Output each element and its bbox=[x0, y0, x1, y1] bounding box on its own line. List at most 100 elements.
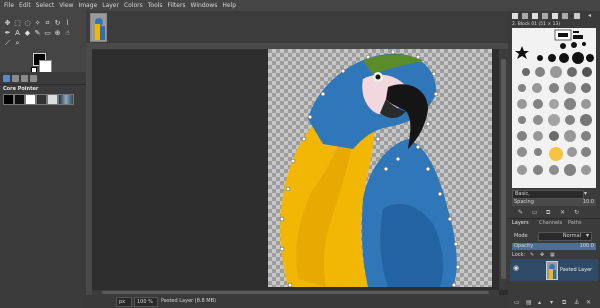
paths-tool-icon[interactable]: ✒ bbox=[4, 30, 11, 37]
gradients-tab-icon[interactable] bbox=[542, 13, 548, 19]
lock-position-icon[interactable]: ✥ bbox=[540, 252, 545, 258]
new-brush-icon[interactable]: ▭ bbox=[532, 209, 538, 216]
smudge-tool-icon[interactable]: ☝ bbox=[64, 30, 71, 37]
templates-tab-icon[interactable] bbox=[574, 13, 580, 19]
patterns-tab-icon[interactable] bbox=[522, 13, 528, 19]
spacing-label: Spacing bbox=[514, 199, 534, 205]
unit-select[interactable]: px bbox=[116, 297, 132, 307]
new-layer-icon[interactable]: ▭ bbox=[514, 299, 520, 306]
mode-label: Mode bbox=[514, 233, 528, 239]
brushes-tab-icon[interactable] bbox=[512, 13, 518, 19]
zoom-tool-icon[interactable]: ⌕ bbox=[14, 40, 21, 47]
zoom-select[interactable]: 100 % bbox=[134, 297, 158, 307]
device-status-tab-icon[interactable] bbox=[12, 75, 19, 82]
images-tab-icon[interactable] bbox=[30, 75, 37, 82]
tool-options-title: Core Pointer bbox=[3, 86, 39, 92]
pointer-swatch-gray[interactable] bbox=[36, 94, 47, 105]
paintbrush-tool-icon[interactable]: ✎ bbox=[34, 30, 41, 37]
menu-filters[interactable]: Filters bbox=[168, 2, 186, 9]
menu-edit[interactable]: Edit bbox=[19, 2, 31, 9]
mode-dropdown-icon: ▾ bbox=[585, 232, 589, 239]
unit-value: px bbox=[119, 299, 126, 305]
image-tabs-strip bbox=[86, 11, 508, 43]
mode-select[interactable]: Normal ▾ bbox=[538, 232, 592, 241]
spacing-slider[interactable]: Spacing 10.0 bbox=[512, 199, 596, 206]
spacing-value: 10.0 bbox=[582, 199, 594, 205]
opacity-slider[interactable]: Opacity 100.0 bbox=[512, 243, 596, 250]
brush-title: 2. Block 01 (51 × 13) bbox=[512, 22, 561, 27]
menu-layer[interactable]: Layer bbox=[102, 2, 119, 9]
delete-layer-icon[interactable]: ✕ bbox=[586, 299, 592, 306]
vertical-scroll-thumb[interactable] bbox=[501, 59, 506, 279]
pointer-swatch-black[interactable] bbox=[3, 94, 14, 105]
crop-tool-icon[interactable]: ⌗ bbox=[44, 20, 51, 27]
brush-preset-field[interactable]: Basic, bbox=[512, 190, 584, 199]
new-group-icon[interactable]: ▤ bbox=[526, 299, 532, 306]
brush-grid[interactable] bbox=[512, 28, 596, 188]
pointer-gradient[interactable] bbox=[58, 94, 74, 105]
fonts-tab-icon[interactable] bbox=[532, 13, 538, 19]
lock-pixels-icon[interactable]: ✎ bbox=[530, 252, 535, 258]
preset-menu-icon[interactable]: ▾ bbox=[584, 190, 596, 198]
layer-thumbnail bbox=[546, 261, 558, 280]
status-info: Pasted Layer (8.8 MB) bbox=[161, 298, 216, 304]
pointer-swatch-dark[interactable] bbox=[14, 94, 25, 105]
undo-history-tab-icon[interactable] bbox=[21, 75, 28, 82]
vertical-scrollbar[interactable] bbox=[499, 49, 508, 290]
edit-brush-icon[interactable]: ✎ bbox=[518, 209, 524, 216]
color-picker-tool-icon[interactable]: ⟋ bbox=[4, 40, 11, 47]
opacity-label: Opacity bbox=[514, 243, 534, 249]
mode-value: Normal bbox=[562, 233, 581, 239]
tool-options-dock: Core Pointer bbox=[0, 72, 86, 308]
zoom-value: 100 % bbox=[137, 299, 153, 305]
dock-menu-icon[interactable]: ◂ bbox=[588, 13, 594, 19]
rotate-tool-icon[interactable]: ↻ bbox=[54, 20, 61, 27]
anchor-layer-icon[interactable]: ⚓ bbox=[574, 299, 580, 306]
duplicate-layer-icon[interactable]: ⧉ bbox=[562, 299, 568, 306]
tab-channels[interactable]: Channels bbox=[539, 220, 562, 226]
pointer-swatch-white[interactable] bbox=[25, 94, 36, 105]
bucket-fill-tool-icon[interactable]: ◆ bbox=[24, 30, 31, 37]
pointer-swatch-light[interactable] bbox=[47, 94, 58, 105]
tool-options-tab-icon[interactable] bbox=[3, 75, 10, 82]
menu-image[interactable]: Image bbox=[78, 2, 97, 9]
palettes-tab-icon[interactable] bbox=[552, 13, 558, 19]
menu-select[interactable]: Select bbox=[36, 2, 55, 9]
eraser-tool-icon[interactable]: ▭ bbox=[44, 30, 51, 37]
menu-view[interactable]: View bbox=[59, 2, 73, 9]
document-history-tab-icon[interactable] bbox=[562, 13, 568, 19]
thumbnail-parrot-icon bbox=[91, 14, 106, 41]
raise-layer-icon[interactable]: ▴ bbox=[538, 299, 544, 306]
delete-brush-icon[interactable]: ✕ bbox=[560, 209, 566, 216]
refresh-brushes-icon[interactable]: ↻ bbox=[574, 209, 580, 216]
status-bar: px 100 % Pasted Layer (8.8 MB) bbox=[86, 295, 508, 308]
layer-row[interactable]: ◉ Pasted Layer bbox=[510, 259, 598, 281]
right-dock: ◂ 2. Block 01 (51 × 13) Basic, ▾ Spacing… bbox=[508, 11, 600, 308]
lock-alpha-icon[interactable]: ▦ bbox=[550, 252, 555, 258]
tab-layers[interactable]: Layers bbox=[512, 220, 529, 226]
divider bbox=[508, 218, 600, 219]
menu-tools[interactable]: Tools bbox=[148, 2, 163, 9]
text-tool-icon[interactable]: A bbox=[14, 30, 21, 37]
horizontal-scroll-thumb[interactable] bbox=[102, 291, 489, 294]
rect-select-tool-icon[interactable]: ⬚ bbox=[14, 20, 21, 27]
lower-layer-icon[interactable]: ▾ bbox=[550, 299, 556, 306]
duplicate-brush-icon[interactable]: ⧉ bbox=[546, 209, 552, 216]
visibility-eye-icon[interactable]: ◉ bbox=[513, 265, 520, 272]
layer-name: Pasted Layer bbox=[560, 267, 593, 273]
opacity-value: 100.0 bbox=[579, 243, 594, 249]
menu-windows[interactable]: Windows bbox=[191, 2, 218, 9]
fuzzy-select-tool-icon[interactable]: ✧ bbox=[34, 20, 41, 27]
image-tab-thumbnail[interactable] bbox=[90, 13, 107, 42]
canvas-area[interactable] bbox=[92, 49, 499, 290]
lasso-tool-icon[interactable]: ◌ bbox=[24, 20, 31, 27]
menu-bar: File Edit Select View Image Layer Colors… bbox=[0, 0, 600, 11]
warp-tool-icon[interactable]: ⌇ bbox=[64, 20, 71, 27]
menu-file[interactable]: File bbox=[4, 2, 14, 9]
clone-tool-icon[interactable]: ⊕ bbox=[54, 30, 61, 37]
menu-colors[interactable]: Colors bbox=[124, 2, 143, 9]
tab-paths[interactable]: Paths bbox=[568, 220, 582, 226]
brush-preset-value: Basic, bbox=[515, 191, 530, 197]
menu-help[interactable]: Help bbox=[222, 2, 236, 9]
move-tool-icon[interactable]: ✥ bbox=[4, 20, 11, 27]
